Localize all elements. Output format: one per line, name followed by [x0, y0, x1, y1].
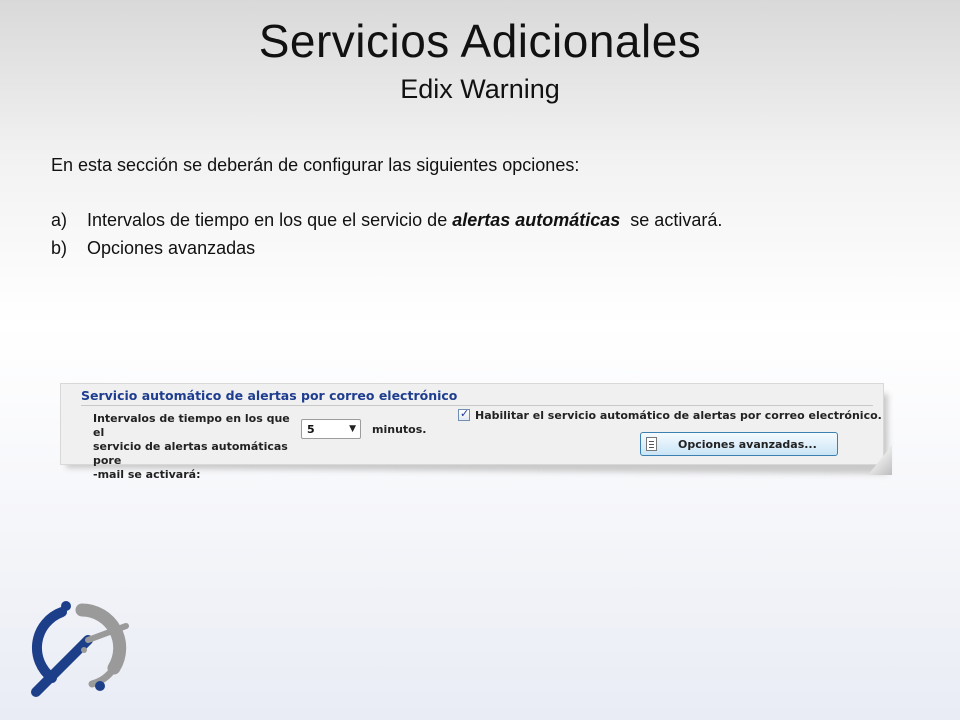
advanced-options-button[interactable]: Opciones avanzadas...	[640, 432, 838, 456]
settings-screenshot: Servicio automático de alertas por corre…	[60, 383, 892, 481]
list-item-text: Intervalos de tiempo en los que el servi…	[87, 210, 722, 231]
slide-title: Servicios Adicionales	[258, 15, 702, 67]
interval-select[interactable]: 5 ▼	[301, 419, 361, 439]
logo-dot	[95, 681, 105, 691]
alert-service-group: Servicio automático de alertas por corre…	[60, 383, 884, 481]
enable-alerts-label[interactable]: Habilitar el servicio automático de aler…	[475, 409, 882, 422]
group-divider	[81, 405, 873, 406]
check-icon: ✓	[460, 408, 470, 420]
interval-label-line: Intervalos de tiempo en los que el	[93, 412, 290, 439]
list-marker: b)	[51, 238, 68, 258]
interval-label-line: -mail se activará:	[93, 468, 201, 481]
list-marker: a)	[51, 210, 68, 230]
interval-label: Intervalos de tiempo en los que el servi…	[93, 412, 303, 482]
minutes-label: minutos.	[372, 423, 427, 436]
list-text-part: Intervalos de tiempo en los que el servi…	[87, 210, 453, 230]
document-list-icon	[646, 437, 657, 451]
interval-value: 5	[307, 423, 315, 436]
logo-dot	[81, 647, 87, 653]
list-text-part: se activará.	[620, 210, 723, 230]
logo-dot	[61, 601, 71, 611]
advanced-options-label: Opciones avanzadas...	[678, 438, 817, 451]
list-item-text: Opciones avanzadas	[87, 238, 256, 258]
emphasis-text: alertas automáticas	[452, 210, 621, 230]
chevron-down-icon: ▼	[349, 424, 356, 434]
group-title: Servicio automático de alertas por corre…	[81, 388, 458, 403]
logo-gray-tail	[88, 664, 118, 688]
edix-logo-icon	[31, 601, 129, 697]
interval-label-line: servicio de alertas automáticas pore	[93, 440, 288, 467]
enable-alerts-checkbox[interactable]: ✓	[458, 408, 470, 421]
slide-subtitle: Edix Warning	[400, 74, 560, 104]
intro-text: En esta sección se deberán de configurar…	[51, 155, 580, 175]
